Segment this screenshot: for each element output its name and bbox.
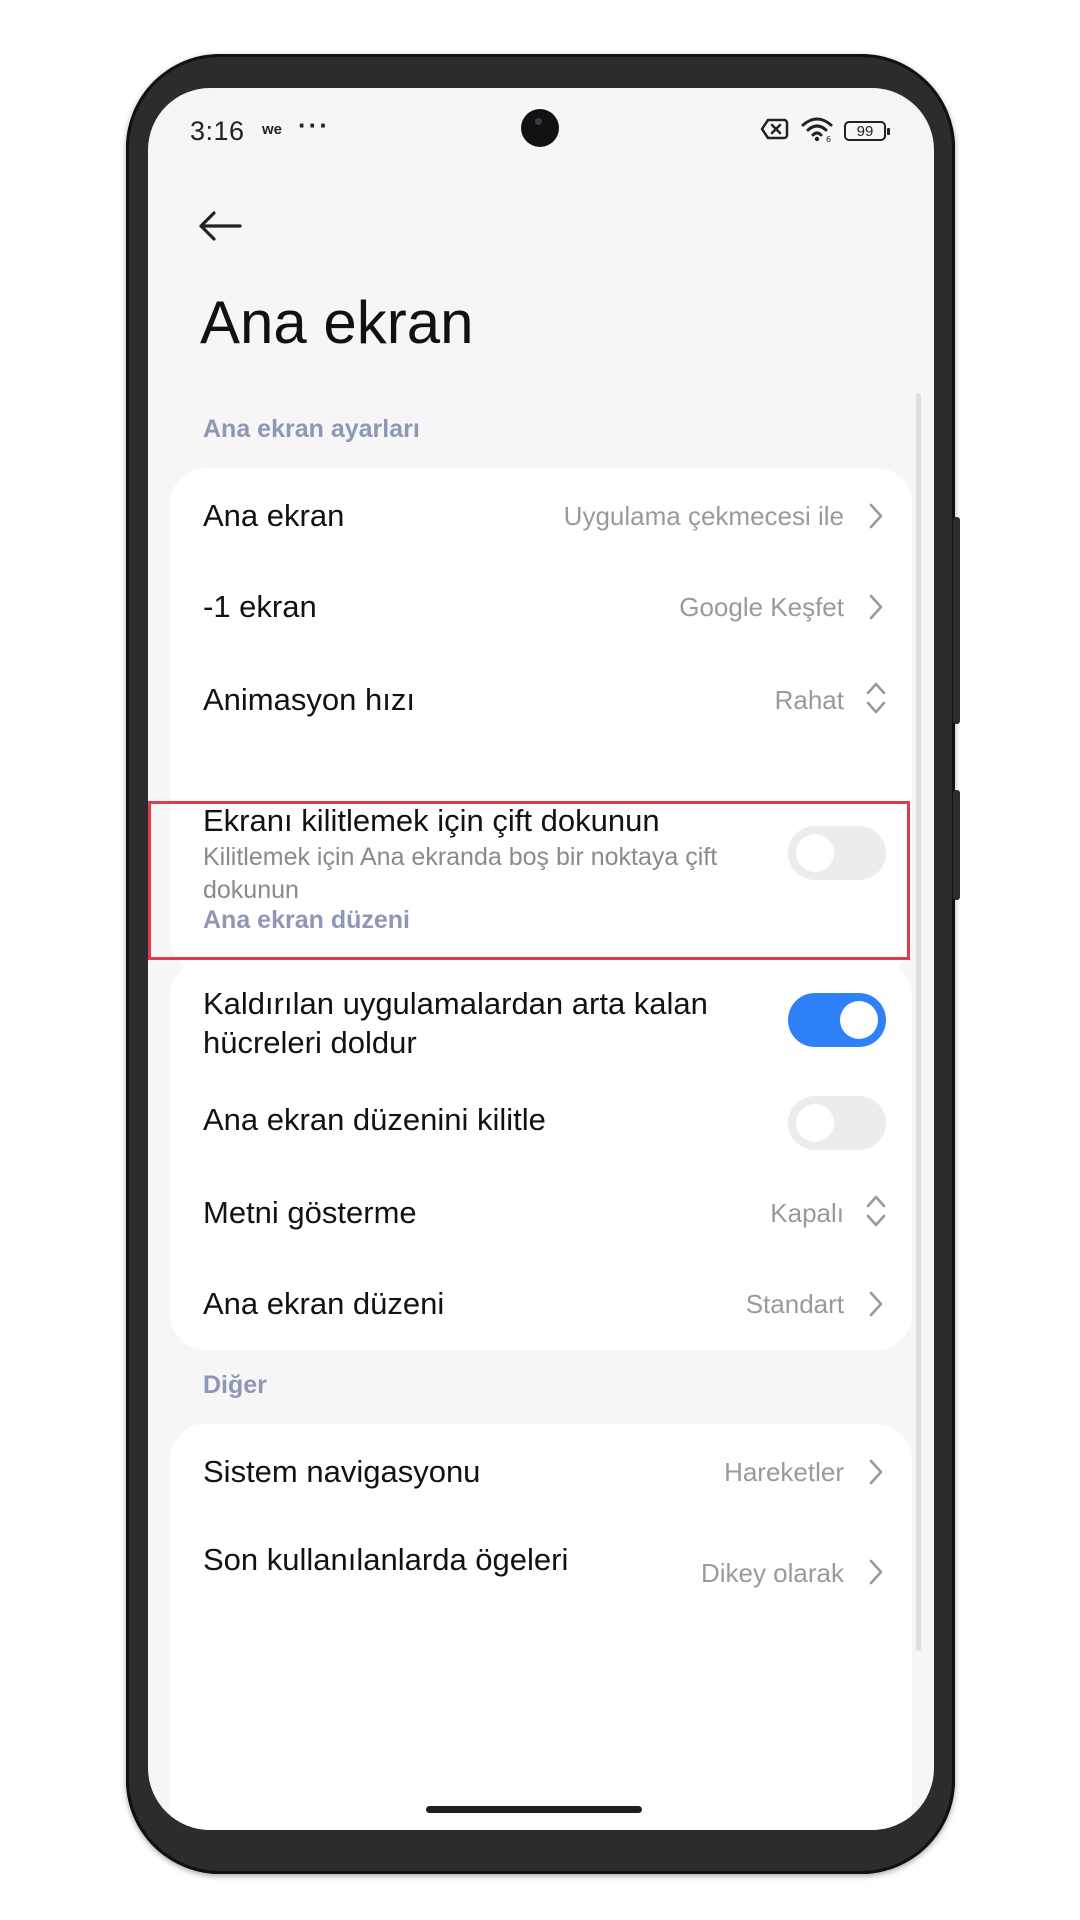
chevron-right-icon bbox=[864, 1454, 888, 1490]
scrollbar[interactable] bbox=[916, 393, 921, 1651]
row-label: Sistem navigasyonu bbox=[203, 1454, 481, 1489]
card-home-settings: Ana ekran Uygulama çekmecesi ile -1 ekra… bbox=[170, 468, 912, 974]
section-header-layout: Ana ekran düzeni bbox=[203, 906, 410, 934]
page-title: Ana ekran bbox=[200, 289, 474, 356]
row-home-screen[interactable]: Ana ekran Uygulama çekmecesi ile bbox=[170, 468, 912, 565]
row-label: Ana ekran bbox=[203, 498, 345, 533]
card-layout: Kaldırılan uygulamalardan arta kalan hüc… bbox=[170, 960, 912, 1350]
row-recents-items[interactable]: Son kullanılanlarda ögeleri Dikey olarak bbox=[170, 1518, 912, 1628]
section-header-home-settings: Ana ekran ayarları bbox=[203, 415, 420, 443]
status-bar: 3:16 we ··· 6 99 bbox=[148, 88, 934, 174]
toggle-knob bbox=[796, 834, 834, 872]
row-layout-type[interactable]: Ana ekran düzeni Standart bbox=[170, 1268, 912, 1350]
row-minus-one-screen[interactable]: -1 ekran Google Keşfet bbox=[170, 565, 912, 662]
row-lock-layout[interactable]: Ana ekran düzenini kilitle bbox=[170, 1082, 912, 1175]
carrier-label: we bbox=[262, 121, 283, 138]
chevron-right-icon bbox=[864, 1554, 888, 1590]
row-label: Animasyon hızı bbox=[203, 682, 415, 717]
row-label: Metni gösterme bbox=[203, 1195, 417, 1230]
row-value: Uygulama çekmecesi ile bbox=[563, 501, 844, 531]
home-indicator[interactable] bbox=[426, 1806, 642, 1813]
row-label: Ekranı kilitlemek için çift dokunun bbox=[203, 803, 660, 838]
chevron-right-icon bbox=[864, 498, 888, 534]
phone-volume-button bbox=[953, 790, 960, 900]
row-hide-text[interactable]: Metni gösterme Kapalı bbox=[170, 1175, 912, 1268]
wifi-icon: 6 bbox=[800, 115, 834, 148]
screen: 3:16 we ··· 6 99 Ana ekran Ana ekran aya… bbox=[148, 88, 934, 1830]
row-value: Google Keşfet bbox=[679, 592, 844, 622]
row-description: Kilitlemek için Ana ekranda boş bir nokt… bbox=[203, 843, 718, 904]
back-arrow-icon bbox=[199, 211, 242, 241]
status-icons: 6 99 bbox=[760, 115, 890, 148]
chevron-right-icon bbox=[864, 1286, 888, 1322]
chevron-right-icon bbox=[864, 589, 888, 625]
battery-icon: 99 bbox=[844, 121, 890, 141]
back-button[interactable] bbox=[190, 196, 250, 256]
svg-text:6: 6 bbox=[826, 135, 831, 143]
no-sim-icon bbox=[760, 117, 790, 146]
row-label: Ana ekran düzenini kilitle bbox=[203, 1102, 546, 1137]
row-animation-speed[interactable]: Animasyon hızı Rahat bbox=[170, 662, 912, 759]
front-camera bbox=[521, 109, 559, 147]
row-label: Ana ekran düzeni bbox=[203, 1286, 445, 1321]
row-label: Son kullanılanlarda ögeleri bbox=[203, 1542, 569, 1577]
row-label: Kaldırılan uygulamalardan arta kalan hüc… bbox=[203, 986, 708, 1060]
fill-cells-toggle[interactable] bbox=[788, 993, 886, 1047]
phone-power-button bbox=[953, 517, 960, 724]
more-notifications-icon: ··· bbox=[298, 110, 330, 140]
row-system-navigation[interactable]: Sistem navigasyonu Hareketler bbox=[170, 1424, 912, 1518]
row-double-tap-lock[interactable]: Ekranı kilitlemek için çift dokunun Kili… bbox=[170, 759, 912, 919]
status-time: 3:16 bbox=[190, 116, 245, 146]
row-fill-cells[interactable]: Kaldırılan uygulamalardan arta kalan hüc… bbox=[170, 960, 912, 1082]
chevron-up-down-icon bbox=[864, 1193, 888, 1229]
battery-level: 99 bbox=[856, 122, 874, 140]
card-other: Sistem navigasyonu Hareketler Son kullan… bbox=[170, 1424, 912, 1830]
lock-layout-toggle[interactable] bbox=[788, 1096, 886, 1150]
row-value: Dikey olarak bbox=[700, 1558, 844, 1588]
double-tap-lock-toggle[interactable] bbox=[788, 826, 886, 880]
row-value: Standart bbox=[745, 1289, 844, 1319]
toggle-knob bbox=[840, 1001, 878, 1039]
row-value: Hareketler bbox=[724, 1457, 844, 1487]
row-label: -1 ekran bbox=[203, 589, 317, 624]
toggle-knob bbox=[796, 1104, 834, 1142]
row-value: Kapalı bbox=[770, 1198, 844, 1228]
section-header-other: Diğer bbox=[203, 1371, 267, 1399]
row-value: Rahat bbox=[774, 685, 844, 715]
chevron-up-down-icon bbox=[864, 680, 888, 716]
